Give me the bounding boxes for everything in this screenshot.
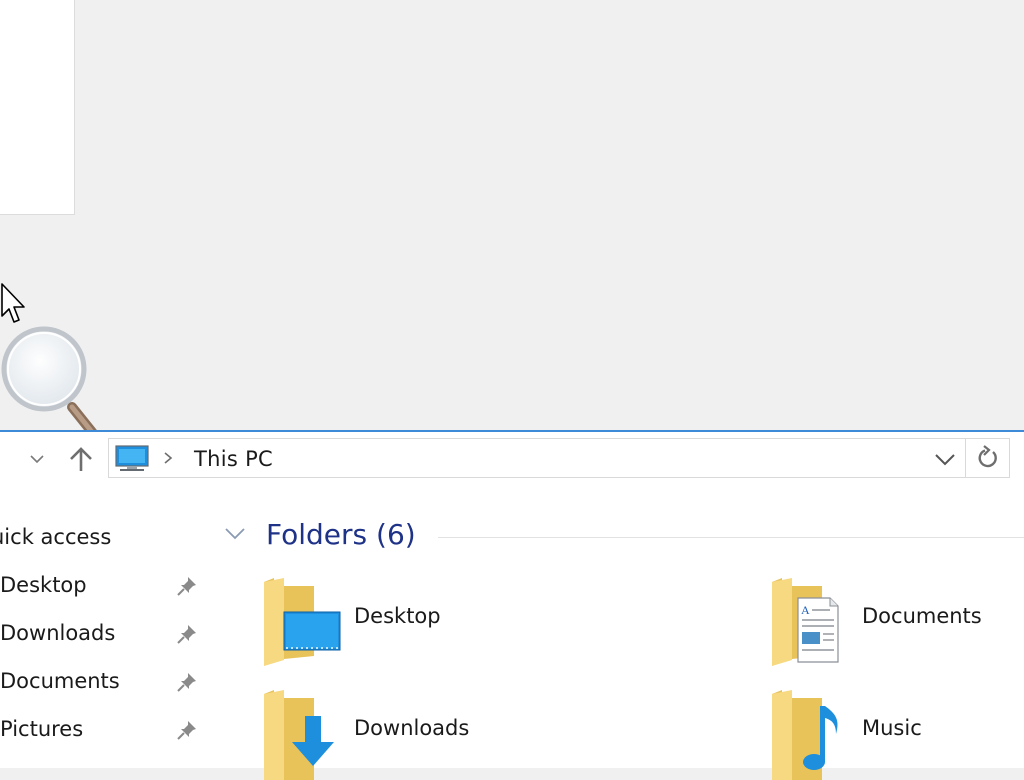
chevron-down-icon [30, 455, 44, 464]
nav-item-label: Documents [0, 669, 120, 693]
nav-item-label: Downloads [0, 621, 116, 645]
folder-label: Documents [862, 604, 982, 628]
file-explorer-window: This PC uick access Desktop Downloads Do… [0, 430, 1024, 780]
nav-item-label: Desktop [0, 573, 87, 597]
music-folder-icon [772, 690, 838, 780]
background-window-panel [0, 0, 75, 215]
folder-label: Music [862, 716, 922, 740]
mouse-cursor-icon [1, 283, 25, 323]
address-bar[interactable]: This PC [108, 438, 966, 478]
folder-desktop[interactable]: Desktop [262, 578, 562, 668]
group-divider [438, 537, 1024, 538]
pin-icon [177, 577, 196, 596]
folder-music[interactable]: Music [770, 690, 1024, 780]
nav-item-label: Pictures [0, 717, 84, 741]
up-button[interactable] [66, 442, 96, 476]
breadcrumb-chevron-icon[interactable] [161, 447, 175, 469]
refresh-icon [978, 445, 997, 468]
svg-text:A: A [801, 603, 810, 617]
folder-label: Desktop [354, 604, 441, 628]
folder-downloads[interactable]: Downloads [262, 690, 562, 780]
nav-item-downloads[interactable]: Downloads [0, 610, 212, 656]
group-title: Folders (6) [266, 518, 416, 551]
breadcrumb-this-pc[interactable]: This PC [194, 447, 273, 471]
nav-quick-access[interactable]: uick access [0, 514, 212, 560]
downloads-folder-icon [264, 690, 334, 780]
nav-item-pictures[interactable]: Pictures [0, 706, 212, 752]
pin-icon [177, 625, 196, 644]
nav-item-documents[interactable]: Documents [0, 658, 212, 704]
chevron-down-icon [225, 528, 245, 540]
documents-folder-icon: A [772, 578, 839, 666]
folders-group-header[interactable]: Folders (6) [224, 516, 1024, 556]
pin-icon [177, 673, 196, 692]
folder-label: Downloads [354, 716, 470, 740]
desktop-folder-icon [264, 578, 341, 666]
content-pane: Folders (6) Desktop A Documents Download… [212, 486, 1024, 780]
navigation-bar: This PC [0, 432, 1024, 486]
address-history-dropdown-icon[interactable] [933, 449, 957, 469]
arrow-up-icon [70, 447, 92, 471]
refresh-button[interactable] [966, 438, 1010, 478]
pin-icon [177, 721, 196, 740]
folder-documents[interactable]: A Documents [770, 578, 1024, 668]
recent-locations-button[interactable] [24, 444, 50, 474]
navigation-pane: uick access Desktop Downloads Documents [0, 486, 212, 768]
nav-item-desktop[interactable]: Desktop [0, 562, 212, 608]
quick-access-label: uick access [0, 525, 112, 549]
this-pc-icon [115, 445, 149, 471]
